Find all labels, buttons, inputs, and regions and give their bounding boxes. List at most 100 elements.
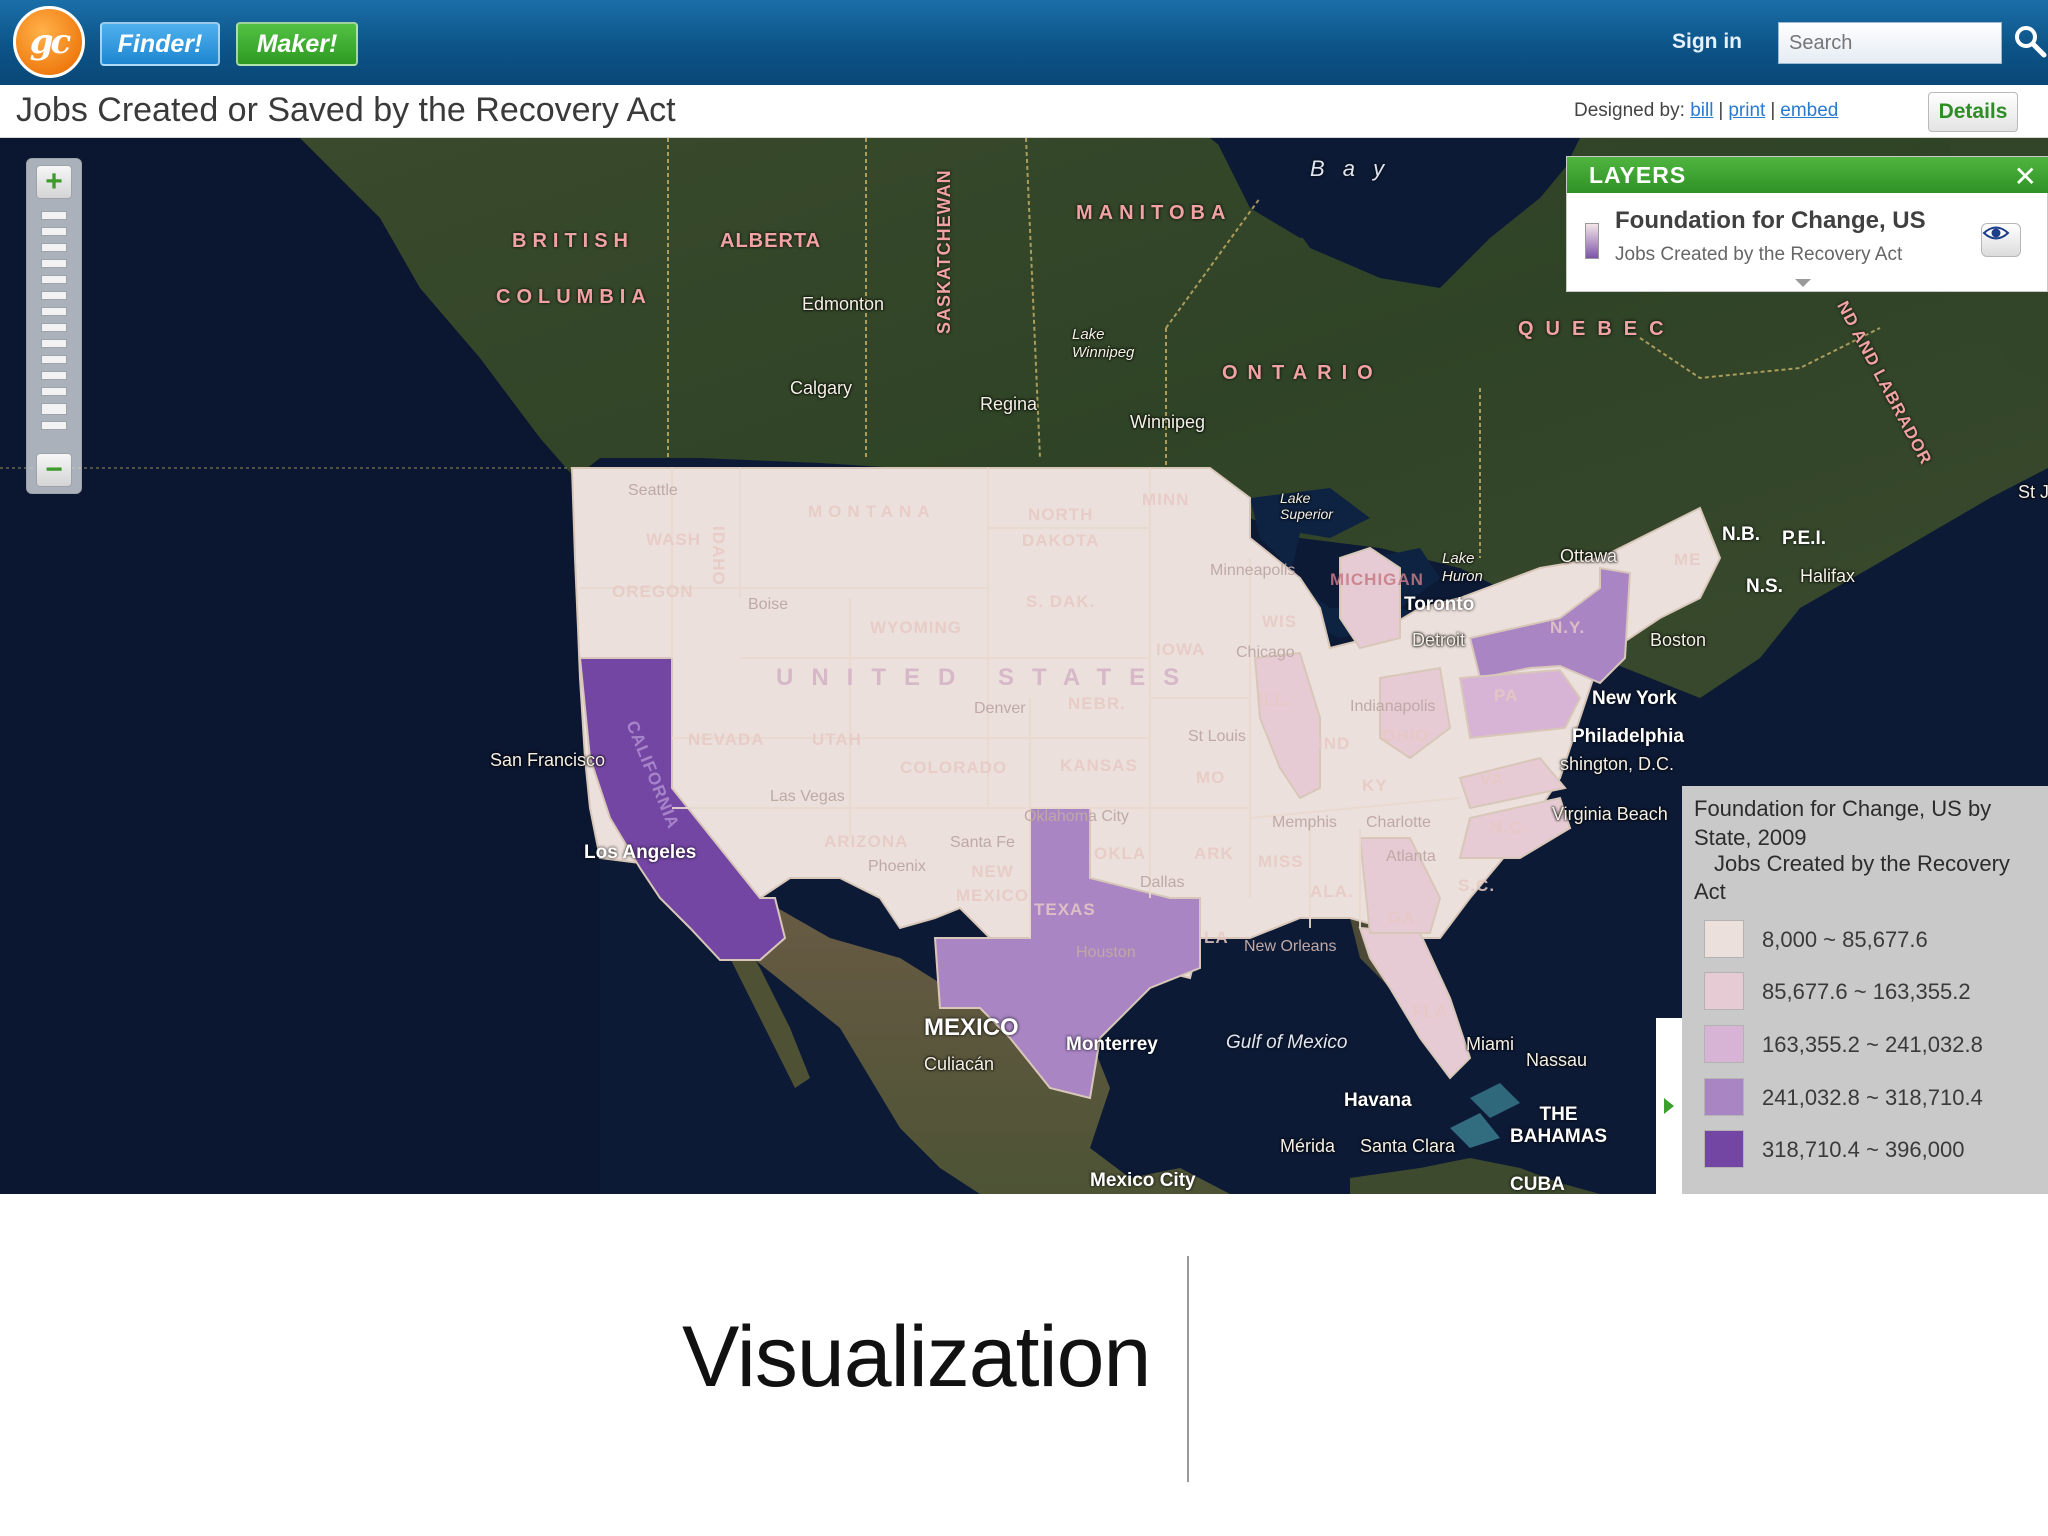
label-bay: B a y bbox=[1310, 156, 1391, 181]
label-bahamas: THE BAHAMAS bbox=[1510, 1104, 1608, 1147]
map-canvas[interactable]: BRITISH COLUMBIA ALBERTA SASKATCHEWAN MA… bbox=[0, 138, 2048, 1194]
label-ga: GA bbox=[1388, 908, 1416, 927]
label-idaho: IDAHO bbox=[709, 526, 728, 586]
label-cuba: CUBA bbox=[1510, 1174, 1565, 1194]
label-colorado: COLORADO bbox=[900, 758, 1008, 777]
zoom-level-tick[interactable] bbox=[41, 275, 67, 284]
label-united-states: UNITED STATES bbox=[776, 664, 1198, 691]
label-mexico-city: Mexico City bbox=[1090, 1170, 1196, 1191]
designer-link[interactable]: bill bbox=[1690, 100, 1713, 121]
label-houston: Houston bbox=[1076, 944, 1136, 961]
label-nassau: Nassau bbox=[1526, 1050, 1588, 1070]
label-culiacan: Culiacán bbox=[924, 1054, 995, 1074]
label-pa: PA bbox=[1494, 686, 1519, 705]
zoom-level-tick[interactable] bbox=[41, 421, 67, 430]
zoom-level-tick[interactable] bbox=[41, 371, 67, 380]
search-input[interactable] bbox=[1778, 22, 2002, 64]
zoom-out-button[interactable]: − bbox=[36, 453, 72, 487]
search-icon[interactable] bbox=[2012, 24, 2048, 60]
legend-swatch bbox=[1704, 1130, 1744, 1168]
state-michigan bbox=[1339, 546, 1401, 650]
label-calgary: Calgary bbox=[790, 378, 853, 398]
label-seattle: Seattle bbox=[628, 482, 678, 499]
label-wis: WIS bbox=[1262, 612, 1298, 631]
label-north-dakota: NORTH DAKOTA bbox=[1022, 505, 1100, 550]
label-phoenix: Phoenix bbox=[868, 858, 926, 875]
label-new-orleans: New Orleans bbox=[1244, 938, 1337, 955]
label-lake-winnipeg: Lake Winnipeg bbox=[1072, 326, 1135, 361]
app-header: gc Finder! Maker! Sign in bbox=[0, 0, 2048, 85]
designed-by: Designed by: bill | print | embed bbox=[1574, 100, 1838, 122]
label-philadelphia: Philadelphia bbox=[1572, 726, 1684, 747]
label-mexico: MEXICO bbox=[924, 1014, 1019, 1041]
zoom-level-tick[interactable] bbox=[41, 243, 67, 252]
page-title: Jobs Created or Saved by the Recovery Ac… bbox=[16, 91, 676, 129]
legend-swatch bbox=[1704, 1025, 1744, 1063]
legend-swatch bbox=[1704, 972, 1744, 1010]
layer-expand-caret[interactable] bbox=[1795, 279, 1811, 287]
label-chicago: Chicago bbox=[1236, 644, 1295, 661]
zoom-level-tick[interactable] bbox=[41, 211, 67, 220]
label-memphis: Memphis bbox=[1272, 814, 1337, 831]
label-ill: ILL. bbox=[1258, 690, 1293, 709]
label-winnipeg: Winnipeg bbox=[1130, 412, 1206, 432]
label-edmonton: Edmonton bbox=[802, 294, 885, 314]
label-regina: Regina bbox=[980, 394, 1038, 414]
label-alberta: ALBERTA bbox=[720, 230, 822, 252]
map-legend: Foundation for Change, US by State, 2009… bbox=[1682, 786, 2048, 1194]
label-toronto: Toronto bbox=[1404, 594, 1475, 615]
zoom-level-tick[interactable] bbox=[41, 339, 67, 348]
zoom-slider-handle[interactable] bbox=[41, 403, 67, 415]
zoom-level-tick[interactable] bbox=[41, 291, 67, 300]
label-denver: Denver bbox=[974, 700, 1026, 717]
zoom-level-tick[interactable] bbox=[41, 259, 67, 268]
zoom-in-button[interactable]: + bbox=[36, 165, 72, 199]
label-ind: IND bbox=[1318, 734, 1351, 753]
zoom-level-tick[interactable] bbox=[41, 307, 67, 316]
zoom-level-tick[interactable] bbox=[41, 227, 67, 236]
label-la: LA bbox=[1204, 928, 1229, 947]
embed-link[interactable]: embed bbox=[1780, 100, 1838, 121]
label-new-york: New York bbox=[1592, 688, 1677, 709]
layers-panel: LAYERS ✕ Foundation for Change, US Jobs … bbox=[1566, 156, 2048, 292]
label-lake-superior: Lake Superior bbox=[1280, 490, 1333, 522]
label-st-louis: St Louis bbox=[1188, 728, 1246, 745]
maker-button[interactable]: Maker! bbox=[236, 22, 358, 66]
label-british: BRITISH bbox=[512, 230, 634, 252]
label-atlanta: Atlanta bbox=[1386, 848, 1436, 865]
label-montana: MONTANA bbox=[808, 502, 936, 521]
zoom-level-tick[interactable] bbox=[41, 387, 67, 396]
label-saskatchewan: SASKATCHEWAN bbox=[934, 169, 954, 334]
legend-collapse-tab[interactable] bbox=[1656, 1018, 1682, 1194]
label-kansas: KANSAS bbox=[1060, 756, 1138, 775]
label-boston: Boston bbox=[1650, 630, 1707, 650]
label-san-francisco: San Francisco bbox=[490, 750, 606, 770]
label-texas: TEXAS bbox=[1034, 900, 1096, 919]
label-virginia-beach: Virginia Beach bbox=[1552, 804, 1668, 824]
zoom-control: + − bbox=[26, 158, 82, 494]
label-boise: Boise bbox=[748, 596, 789, 613]
gc-logo[interactable]: gc bbox=[13, 6, 85, 78]
label-miss: MISS bbox=[1258, 852, 1304, 871]
label-dallas: Dallas bbox=[1140, 874, 1185, 891]
finder-button[interactable]: Finder! bbox=[100, 22, 220, 66]
zoom-level-tick[interactable] bbox=[41, 323, 67, 332]
label-washington: shington, D.C. bbox=[1560, 754, 1675, 774]
label-fla: FLA bbox=[1412, 1002, 1449, 1021]
label-minneapolis: Minneapolis bbox=[1210, 562, 1296, 579]
sign-in-link[interactable]: Sign in bbox=[1672, 30, 1742, 54]
label-mo: MO bbox=[1196, 768, 1226, 787]
label-ohio: OHIO bbox=[1382, 726, 1430, 745]
zoom-level-tick[interactable] bbox=[41, 355, 67, 364]
layer-name[interactable]: Foundation for Change, US bbox=[1615, 207, 1926, 235]
layer-visibility-toggle[interactable] bbox=[1981, 223, 2021, 257]
label-detroit: Detroit bbox=[1412, 630, 1466, 650]
play-arrow-icon bbox=[1664, 1098, 1674, 1114]
print-link[interactable]: print bbox=[1728, 100, 1765, 121]
details-button[interactable]: Details bbox=[1928, 92, 2018, 132]
label-oklahoma-city: Oklahoma City bbox=[1024, 808, 1129, 825]
label-lake-huron: Lake Huron bbox=[1442, 550, 1483, 585]
close-icon[interactable]: ✕ bbox=[2014, 160, 2037, 193]
label-sc: S.C. bbox=[1458, 876, 1496, 895]
layers-header: LAYERS ✕ bbox=[1567, 157, 2048, 193]
